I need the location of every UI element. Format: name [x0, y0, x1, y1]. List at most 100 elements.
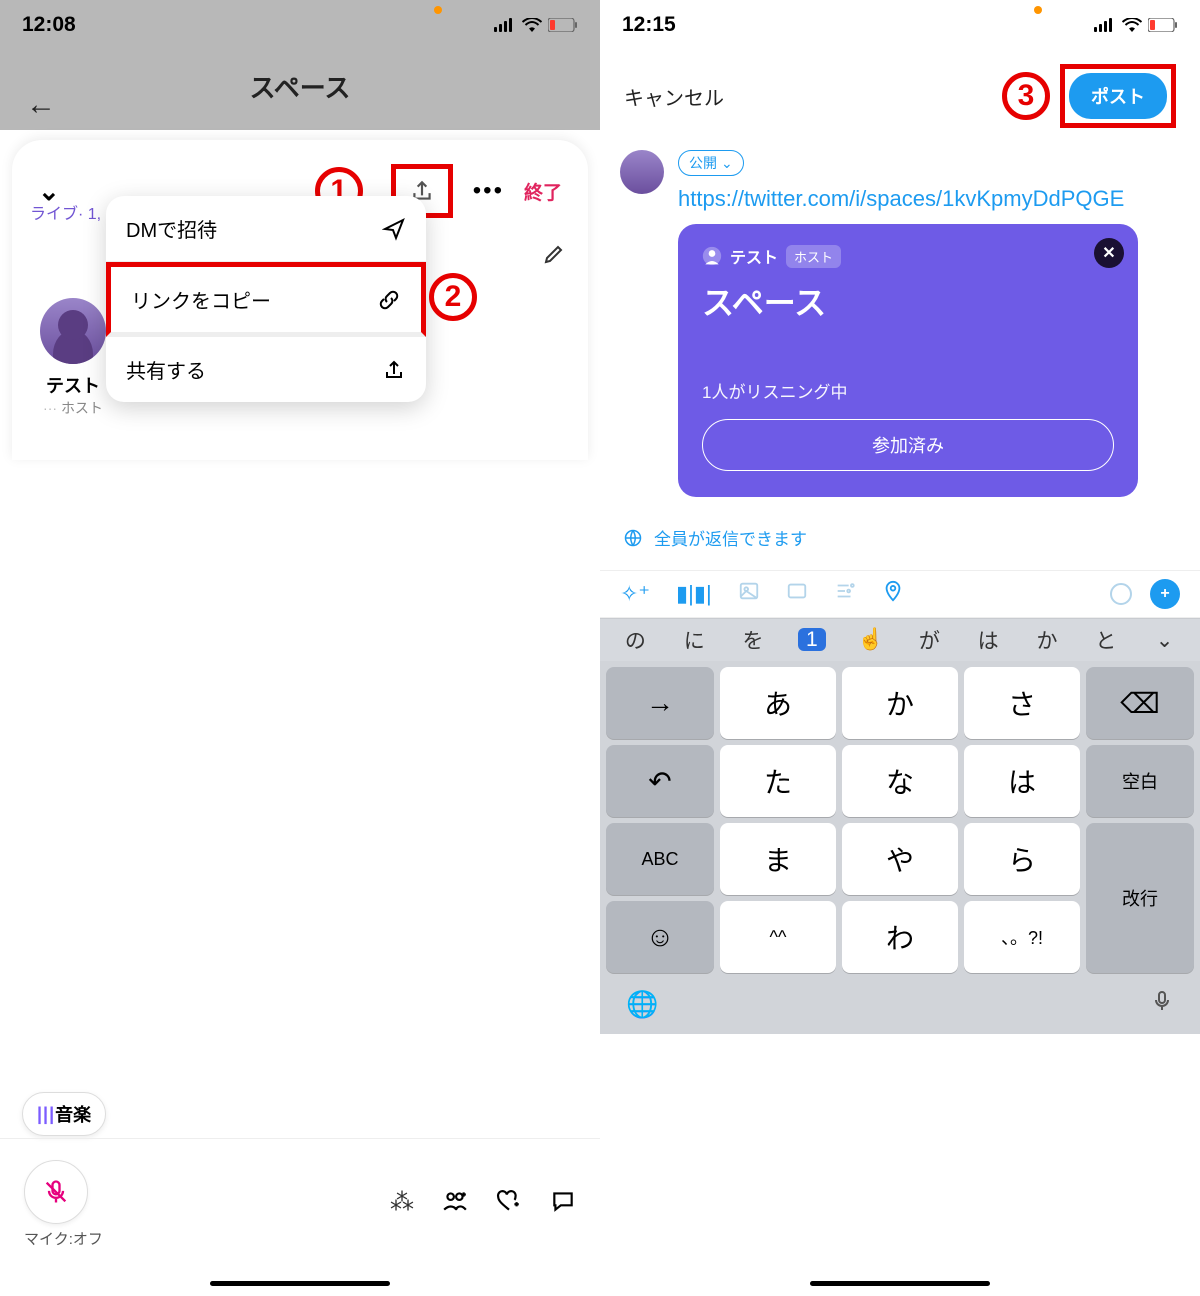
globe-keyboard-icon[interactable]: 🌐: [626, 989, 658, 1020]
music-label: 音楽: [55, 1101, 91, 1127]
menu-share[interactable]: 共有する: [106, 337, 426, 402]
magic-icon[interactable]: ✧⁺: [620, 581, 650, 607]
avatar-icon: [40, 298, 106, 364]
avatar-icon: [620, 150, 664, 194]
recording-dot-icon: [434, 6, 442, 14]
compose-text[interactable]: https://twitter.com/i/spaces/1kvKpmyDdPQ…: [678, 186, 1180, 212]
end-button[interactable]: 終了: [524, 178, 562, 205]
reply-scope-label: 全員が返信できます: [654, 525, 807, 550]
signal-icon: [494, 18, 516, 32]
menu-share-label: 共有する: [126, 355, 206, 384]
compose-header: キャンセル 3 ポスト: [600, 50, 1200, 142]
menu-copy-label: リンクをコピー: [131, 285, 271, 314]
poll-icon[interactable]: [834, 580, 856, 608]
participant-role: ホスト: [40, 398, 106, 418]
key-ta[interactable]: た: [720, 745, 836, 817]
visibility-label: 公開: [689, 153, 717, 173]
suggestion[interactable]: を: [726, 625, 781, 655]
suggestion[interactable]: が: [902, 625, 957, 655]
callout-2: 2: [429, 273, 477, 321]
send-icon: [382, 217, 406, 241]
key-arrow[interactable]: →: [606, 667, 714, 739]
add-thread-button[interactable]: +: [1150, 579, 1180, 609]
effects-icon[interactable]: ⁂: [390, 1188, 414, 1221]
home-indicator: [810, 1281, 990, 1286]
upload-icon: [382, 358, 406, 382]
host-badge: ホスト: [786, 245, 841, 268]
comment-icon[interactable]: [550, 1188, 576, 1221]
key-ya[interactable]: や: [842, 823, 958, 895]
heart-icon[interactable]: [496, 1188, 522, 1221]
more-icon[interactable]: •••: [473, 177, 504, 205]
menu-copy-link[interactable]: リンクをコピー 2: [106, 262, 426, 337]
key-a[interactable]: あ: [720, 667, 836, 739]
chevron-down-icon: ⌄: [721, 155, 733, 172]
signal-icon: [1094, 18, 1116, 32]
gif-icon[interactable]: [786, 580, 808, 608]
card-title: スペース: [702, 278, 1114, 324]
share-menu: DMで招待 リンクをコピー 2 共有する: [106, 196, 426, 402]
key-ka[interactable]: か: [842, 667, 958, 739]
menu-dm-invite[interactable]: DMで招待: [106, 196, 426, 262]
suggestion[interactable]: 1: [784, 628, 839, 652]
key-abc[interactable]: ABC: [606, 823, 714, 895]
wifi-icon: [522, 18, 542, 33]
edit-icon[interactable]: [542, 242, 566, 273]
recording-dot-icon: [1034, 6, 1042, 14]
visibility-chip[interactable]: 公開 ⌄: [678, 150, 744, 176]
key-space[interactable]: 空白: [1086, 745, 1194, 817]
collapse-suggestions-icon[interactable]: ⌄: [1137, 628, 1192, 653]
key-undo[interactable]: ↶: [606, 745, 714, 817]
battery-low-icon: [1148, 18, 1178, 32]
mic-keyboard-icon[interactable]: [1150, 989, 1174, 1020]
divider: [0, 1138, 600, 1139]
location-icon[interactable]: [882, 580, 904, 608]
right-screenshot: 12:15 キャンセル 3 ポスト 公開 ⌄ https://twitter.c…: [600, 0, 1200, 1296]
listening-count: 1人がリスニング中: [702, 378, 1114, 403]
remove-card-button[interactable]: ✕: [1094, 238, 1124, 268]
music-button[interactable]: ||| 音楽: [22, 1092, 106, 1136]
home-indicator: [210, 1281, 390, 1286]
key-na[interactable]: な: [842, 745, 958, 817]
suggestion[interactable]: の: [608, 625, 663, 655]
cancel-button[interactable]: キャンセル: [624, 82, 724, 111]
suggestion[interactable]: と: [1078, 625, 1133, 655]
mic-button[interactable]: [24, 1160, 88, 1224]
compose-body: 公開 ⌄ https://twitter.com/i/spaces/1kvKpm…: [600, 142, 1200, 505]
back-arrow-icon[interactable]: ←: [26, 88, 56, 122]
mic-label: マイク:オフ: [24, 1228, 103, 1249]
key-punct[interactable]: 、。?!: [964, 901, 1080, 973]
space-card: ✕ テスト ホスト スペース 1人がリスニング中 参加済み: [678, 224, 1138, 497]
link-icon: [377, 288, 401, 312]
key-sa[interactable]: さ: [964, 667, 1080, 739]
post-button[interactable]: ポスト: [1069, 73, 1167, 119]
live-indicator: ライブ· 1,: [30, 200, 101, 224]
image-icon[interactable]: [738, 580, 760, 608]
key-kaomoji[interactable]: ^^: [720, 901, 836, 973]
audio-wave-icon[interactable]: ▮|▮|: [676, 581, 712, 607]
key-ra[interactable]: ら: [964, 823, 1080, 895]
suggestion[interactable]: に: [667, 625, 722, 655]
callout-3: 3: [1002, 72, 1050, 120]
reply-scope[interactable]: 全員が返信できます: [600, 505, 1200, 570]
key-emoji[interactable]: ☺: [606, 901, 714, 973]
suggestion[interactable]: か: [1020, 625, 1075, 655]
people-icon[interactable]: [442, 1188, 468, 1221]
participant: テスト ホスト: [40, 298, 106, 418]
key-ha[interactable]: は: [964, 745, 1080, 817]
status-bar: 12:08: [0, 0, 600, 50]
suggestion[interactable]: は: [961, 625, 1016, 655]
char-counter-icon: [1110, 583, 1132, 605]
keyboard-bottom: 🌐: [600, 979, 1200, 1034]
keyboard: → あ か さ ⌫ ↶ た な は 空白 ABC ま や ら 改行 ☺ ^^ わ…: [600, 661, 1200, 979]
suggestion[interactable]: ☝️: [843, 628, 898, 652]
key-delete[interactable]: ⌫: [1086, 667, 1194, 739]
bars-icon: |||: [37, 1104, 55, 1125]
key-ma[interactable]: ま: [720, 823, 836, 895]
status-time: 12:15: [622, 13, 676, 37]
key-wa[interactable]: わ: [842, 901, 958, 973]
left-screenshot: 12:08 ← スペース ⌄ 1 ••• 終了 ライブ·: [0, 0, 600, 1296]
joined-button[interactable]: 参加済み: [702, 419, 1114, 471]
keyboard-suggestions: の に を 1 ☝️ が は か と ⌄: [600, 618, 1200, 661]
key-enter[interactable]: 改行: [1086, 823, 1194, 973]
